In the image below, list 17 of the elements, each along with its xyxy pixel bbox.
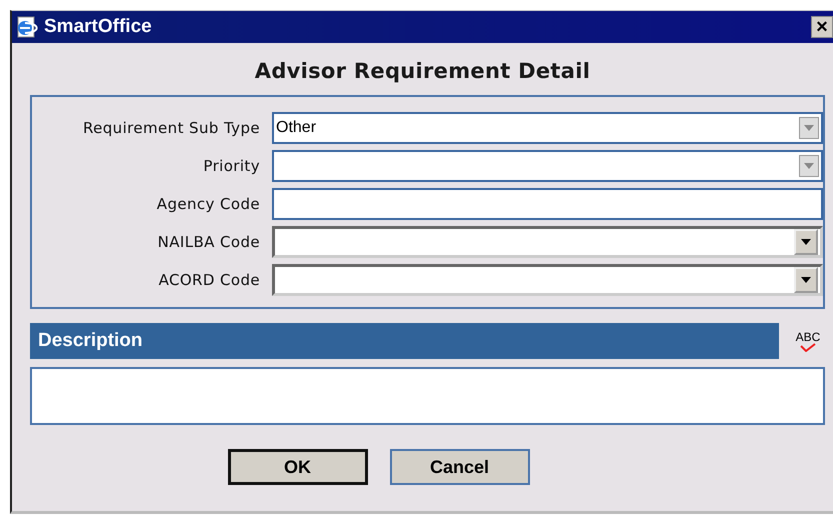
field-label: NAILBA Code (156, 233, 261, 251)
dropdown-field[interactable] (272, 226, 823, 258)
dropdown-field[interactable] (272, 264, 823, 296)
section-header: Description (30, 323, 779, 359)
field-label: ACORD Code (158, 271, 261, 289)
field-label: Requirement Sub Type (82, 119, 261, 137)
dialog-button[interactable]: OK (228, 449, 368, 485)
dropdown-field[interactable] (272, 150, 823, 182)
field-label: Priority (202, 157, 261, 175)
dropdown-field[interactable]: Other (272, 112, 823, 144)
dialog-button[interactable]: Cancel (390, 449, 530, 485)
close-button[interactable]: × (811, 16, 833, 38)
description-field[interactable] (30, 367, 825, 425)
field-label: Agency Code (156, 195, 261, 213)
window-title: SmartOffice (44, 16, 153, 38)
dialog-heading: Advisor Requirement Detail (254, 58, 592, 85)
text-field[interactable] (272, 188, 823, 220)
